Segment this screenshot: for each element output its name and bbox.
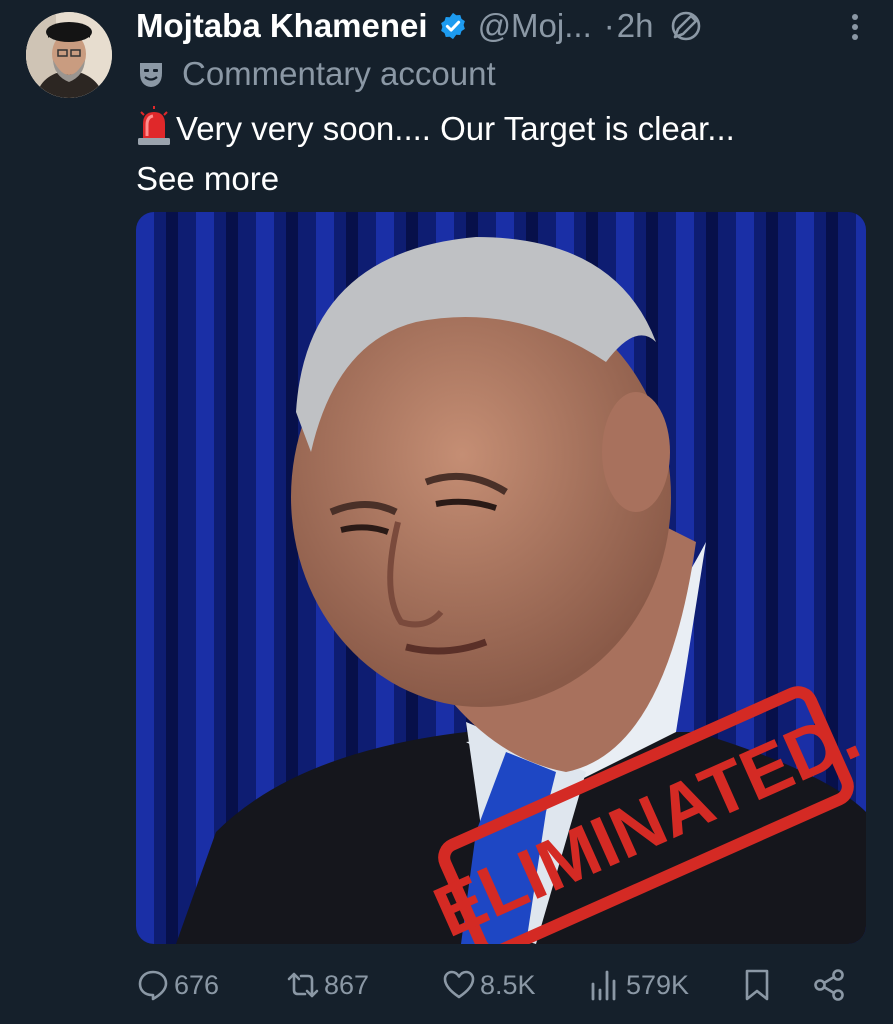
more-options-icon[interactable] [845,10,865,44]
bookmark-icon [745,969,769,1001]
like-button[interactable]: 8.5K [442,968,536,1002]
views-count: 579K [626,969,690,1000]
views-button[interactable]: 579K [588,968,689,1002]
repost-count: 867 [324,969,370,1000]
avatar-portrait [26,12,112,98]
see-more-link[interactable]: See more [136,154,856,204]
author-avatar[interactable] [26,12,112,98]
author-handle[interactable]: @Moj... [478,7,592,45]
edit-disabled-icon [669,9,703,43]
author-name[interactable]: Mojtaba Khamenei [136,7,428,45]
post-header: Mojtaba Khamenei @Moj... · 2h [136,4,873,48]
share-button[interactable] [812,968,846,1002]
heart-icon [443,970,475,999]
reply-count: 676 [174,969,220,1000]
action-bar: 676 867 8.5K 579K [136,960,866,1016]
theater-mask-icon [136,59,166,89]
reply-icon [138,970,168,1001]
post-text: Very very soon.... Our Target is clear..… [136,104,856,204]
like-count: 8.5K [480,969,536,1000]
bookmark-button[interactable] [740,968,774,1002]
account-label: Commentary account [136,52,496,96]
separator-dot: · [603,7,615,44]
post-media[interactable]: ELIMINATED. [136,212,866,944]
views-chart-icon [591,970,616,1001]
media-image: ELIMINATED. [136,212,866,944]
account-label-text: Commentary account [182,55,496,92]
reply-button[interactable]: 676 [136,968,219,1002]
police-light-icon [138,106,170,145]
verified-badge-icon [438,11,468,41]
post-timestamp[interactable]: 2h [617,7,654,45]
share-icon [814,969,844,1001]
repost-icon [287,972,319,998]
post-body: Very very soon.... Our Target is clear..… [176,110,735,147]
repost-button[interactable]: 867 [286,968,369,1002]
